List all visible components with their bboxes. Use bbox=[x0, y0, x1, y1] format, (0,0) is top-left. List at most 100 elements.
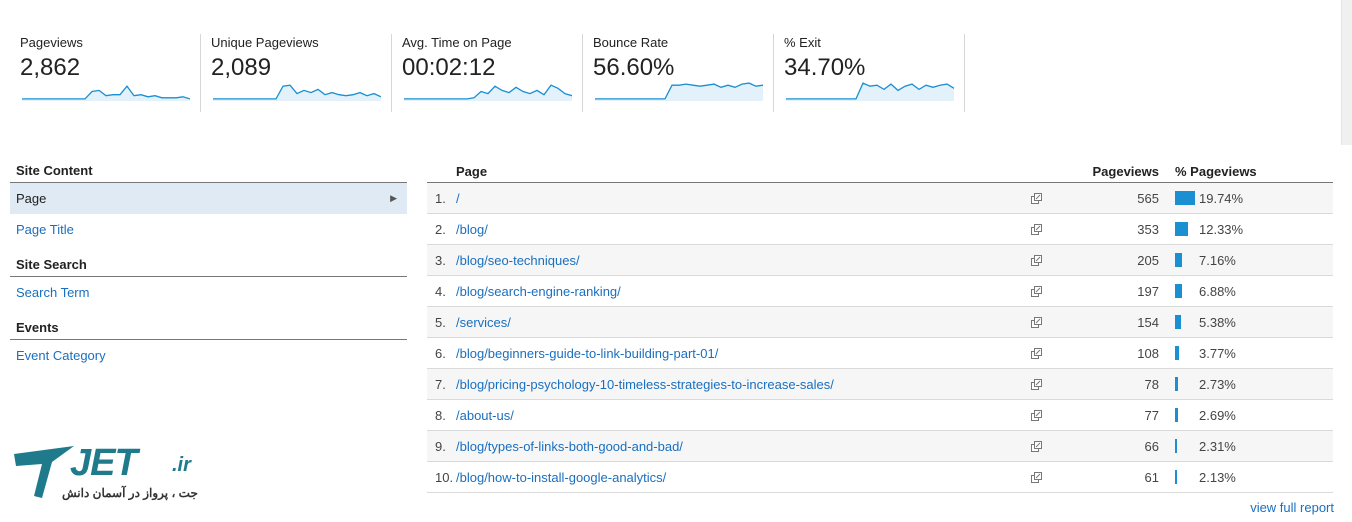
open-external-icon[interactable] bbox=[1031, 223, 1042, 235]
metric-value: 2,089 bbox=[211, 54, 272, 81]
row-pageviews: 353 bbox=[1137, 222, 1159, 237]
open-external-icon[interactable] bbox=[1031, 409, 1042, 421]
row-pct-pageviews: 7.16% bbox=[1199, 253, 1236, 268]
sidebar-item[interactable]: Search Term bbox=[10, 277, 407, 308]
open-external-icon[interactable] bbox=[1031, 378, 1042, 390]
page-url-link[interactable]: / bbox=[456, 191, 460, 206]
metric-value: 00:02:12 bbox=[402, 54, 496, 81]
table-row: 8. /about-us/77 2.69% bbox=[427, 400, 1333, 431]
view-full-report-link[interactable]: view full report bbox=[1250, 500, 1334, 515]
logo-tld: .ir bbox=[172, 454, 191, 476]
open-external-icon[interactable] bbox=[1031, 254, 1042, 266]
pct-bar bbox=[1175, 191, 1195, 205]
page-url-link[interactable]: /services/ bbox=[456, 315, 511, 330]
metric-value: 34.70% bbox=[784, 54, 866, 81]
table-row: 3. /blog/seo-techniques/205 7.16% bbox=[427, 245, 1333, 276]
page-url-link[interactable]: /blog/types-of-links-both-good-and-bad/ bbox=[456, 439, 683, 454]
row-rank: 2. bbox=[435, 222, 446, 237]
table-row: 2. /blog/353 12.33% bbox=[427, 214, 1333, 245]
row-rank: 6. bbox=[435, 346, 446, 361]
metric-label: Avg. Time on Page bbox=[402, 35, 512, 50]
metric-value: 2,862 bbox=[20, 54, 81, 81]
pct-bar bbox=[1175, 284, 1182, 298]
page-url-link[interactable]: /blog/ bbox=[456, 222, 488, 237]
row-pct-pageviews: 2.73% bbox=[1199, 377, 1236, 392]
page-url-link[interactable]: /blog/pricing-psychology-10-timeless-str… bbox=[456, 377, 834, 392]
metric-sparkline bbox=[595, 82, 763, 101]
logo-brand: JET bbox=[70, 442, 138, 484]
header-pct-pageviews: % Pageviews bbox=[1175, 164, 1257, 179]
row-pageviews: 197 bbox=[1137, 284, 1159, 299]
table-row: 7. /blog/pricing-psychology-10-timeless-s… bbox=[427, 369, 1333, 400]
row-pct-pageviews: 19.74% bbox=[1199, 191, 1244, 206]
row-pageviews: 205 bbox=[1137, 253, 1159, 268]
pct-bar bbox=[1175, 439, 1178, 453]
row-rank: 9. bbox=[435, 439, 446, 454]
header-page: Page bbox=[456, 164, 488, 179]
row-pageviews: 77 bbox=[1144, 408, 1159, 423]
open-external-icon[interactable] bbox=[1031, 347, 1042, 359]
sidebar-item[interactable]: Page ▶ bbox=[10, 183, 407, 214]
pct-bar bbox=[1175, 346, 1179, 360]
row-pct-pageviews: 5.38% bbox=[1199, 315, 1236, 330]
dimension-sidebar: Site Content Page ▶ Page Title Site Search Se… bbox=[10, 160, 407, 371]
page-url-link[interactable]: /about-us/ bbox=[456, 408, 514, 423]
sidebar-item-label: Page bbox=[16, 191, 47, 206]
sidebar-section-heading: Site Content bbox=[10, 160, 407, 183]
metric-label: Unique Pageviews bbox=[211, 35, 319, 50]
page-url-link[interactable]: /blog/seo-techniques/ bbox=[456, 253, 580, 268]
row-pct-pageviews: 3.77% bbox=[1199, 346, 1236, 361]
scrollbar[interactable] bbox=[1341, 0, 1352, 145]
row-pct-pageviews: 2.31% bbox=[1199, 439, 1236, 454]
metric-sparkline bbox=[786, 82, 954, 101]
sidebar-item-label: Page Title bbox=[16, 222, 74, 237]
page-url-link[interactable]: /blog/beginners-guide-to-link-building-p… bbox=[456, 346, 718, 361]
pct-bar bbox=[1175, 253, 1183, 267]
table-row: 5. /services/154 5.38% bbox=[427, 307, 1333, 338]
page-url-link[interactable]: /blog/how-to-install-google-analytics/ bbox=[456, 470, 666, 485]
row-rank: 3. bbox=[435, 253, 446, 268]
metric-sparkline bbox=[404, 84, 572, 101]
table-row: 9. /blog/types-of-links-both-good-and-bad… bbox=[427, 431, 1333, 462]
logo-tagline: جت ، پرواز در آسمان دانش bbox=[62, 486, 198, 500]
row-pageviews: 78 bbox=[1144, 377, 1159, 392]
pct-bar bbox=[1175, 408, 1178, 422]
open-external-icon[interactable] bbox=[1031, 471, 1042, 483]
metric-label: Pageviews bbox=[20, 35, 83, 50]
table-row: 1. / 565 19.74% bbox=[427, 183, 1333, 214]
open-external-icon[interactable] bbox=[1031, 192, 1042, 204]
row-pageviews: 61 bbox=[1144, 470, 1159, 485]
metric-value: 56.60% bbox=[593, 54, 675, 81]
row-pageviews: 154 bbox=[1137, 315, 1159, 330]
metric-sparkline bbox=[213, 84, 381, 101]
metric-card: % Exit 34.70% bbox=[774, 34, 965, 112]
table-body: 1. / 565 19.74% 2. /blog/353 12.33% 3. /blog/seo… bbox=[427, 183, 1333, 493]
pct-bar bbox=[1175, 377, 1178, 391]
table-row: 6. /blog/beginners-guide-to-link-building… bbox=[427, 338, 1333, 369]
row-pct-pageviews: 12.33% bbox=[1199, 222, 1244, 237]
open-external-icon[interactable] bbox=[1031, 440, 1042, 452]
open-external-icon[interactable] bbox=[1031, 285, 1042, 297]
row-pageviews: 565 bbox=[1137, 191, 1159, 206]
page-url-link[interactable]: /blog/search-engine-ranking/ bbox=[456, 284, 621, 299]
jet-logo: JET .ir جت ، پرواز در آسمان دانش bbox=[12, 440, 212, 506]
sidebar-item[interactable]: Event Category bbox=[10, 340, 407, 371]
sidebar-item-label: Event Category bbox=[16, 348, 106, 363]
row-pct-pageviews: 2.69% bbox=[1199, 408, 1236, 423]
header-pageviews: Pageviews bbox=[1092, 164, 1160, 179]
pct-bar bbox=[1175, 470, 1178, 484]
table-row: 4. /blog/search-engine-ranking/197 6.88% bbox=[427, 276, 1333, 307]
metric-label: Bounce Rate bbox=[593, 35, 669, 50]
sidebar-item[interactable]: Page Title bbox=[10, 214, 407, 245]
row-pct-pageviews: 2.13% bbox=[1199, 470, 1236, 485]
row-rank: 5. bbox=[435, 315, 446, 330]
row-rank: 10. bbox=[435, 470, 454, 485]
row-pageviews: 66 bbox=[1144, 439, 1159, 454]
pct-bar bbox=[1175, 315, 1181, 329]
metric-card: Avg. Time on Page 00:02:12 bbox=[392, 34, 583, 112]
metric-label: % Exit bbox=[784, 35, 821, 50]
table-header: Page Pageviews % Pageviews bbox=[427, 160, 1333, 183]
open-external-icon[interactable] bbox=[1031, 316, 1042, 328]
